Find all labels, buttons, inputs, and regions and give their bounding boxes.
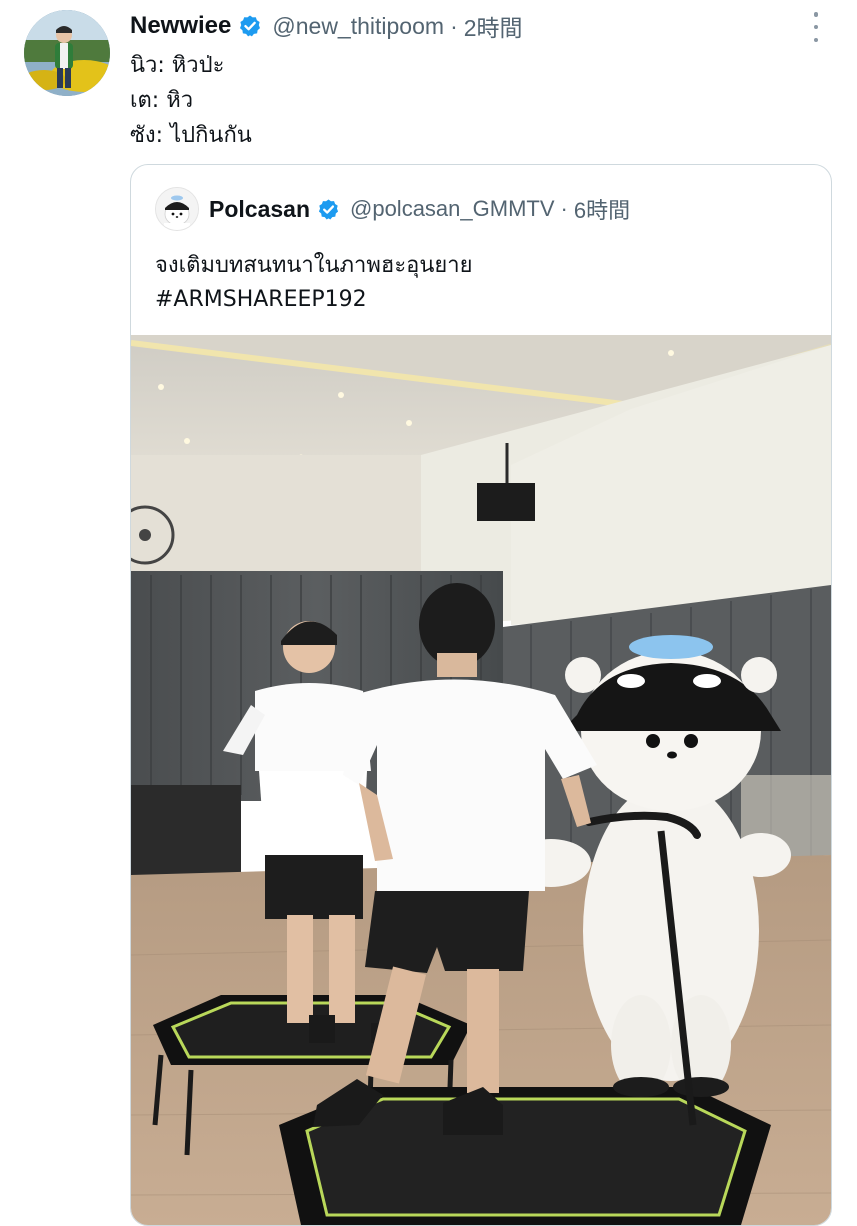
tweet-header: Newwiee @new_thitipoom · 2時間 <box>130 8 523 44</box>
quoted-author-display-name[interactable]: Polcasan <box>209 196 310 223</box>
author-handle[interactable]: @new_thitipoom <box>272 13 444 40</box>
tweet-text: นิว: หิวป่ะ เต: หิว ซัง: ไปกินกัน <box>130 48 252 153</box>
tweet-text-line: นิว: หิวป่ะ <box>130 53 225 78</box>
verified-badge-icon <box>238 14 262 38</box>
separator-dot: · <box>560 196 568 221</box>
quoted-tweet-hashtag[interactable]: #ARMSHAREEP192 <box>155 283 473 317</box>
verified-badge-icon <box>317 198 340 221</box>
quoted-author-handle[interactable]: @polcasan_GMMTV <box>350 196 555 222</box>
tweet: Newwiee @new_thitipoom · 2時間 นิว: หิวป่ะ… <box>0 0 857 1226</box>
tweet-timestamp[interactable]: 2時間 <box>464 9 523 43</box>
quoted-tweet-text-line: จงเติมบทสนทนาในภาพฮะอุนยาย <box>155 253 473 278</box>
quoted-tweet-text: จงเติมบทสนทนาในภาพฮะอุนยาย #ARMSHAREEP19… <box>155 249 473 317</box>
quoted-tweet-card[interactable]: Polcasan @polcasan_GMMTV · 6時間 จงเติมบทส… <box>130 164 832 1226</box>
author-display-name[interactable]: Newwiee <box>130 12 231 40</box>
quoted-author-avatar[interactable] <box>155 187 199 231</box>
author-avatar[interactable] <box>24 10 110 96</box>
tweet-text-line: ซัง: ไปกินกัน <box>130 123 252 148</box>
quoted-tweet-photo[interactable] <box>131 335 831 1225</box>
tweet-text-line: เต: หิว <box>130 88 194 113</box>
more-vertical-icon[interactable] <box>805 12 827 42</box>
separator-dot: · <box>450 12 458 39</box>
quoted-tweet-header: Polcasan @polcasan_GMMTV · 6時間 <box>155 187 630 231</box>
quoted-tweet-timestamp[interactable]: 6時間 <box>574 193 630 225</box>
